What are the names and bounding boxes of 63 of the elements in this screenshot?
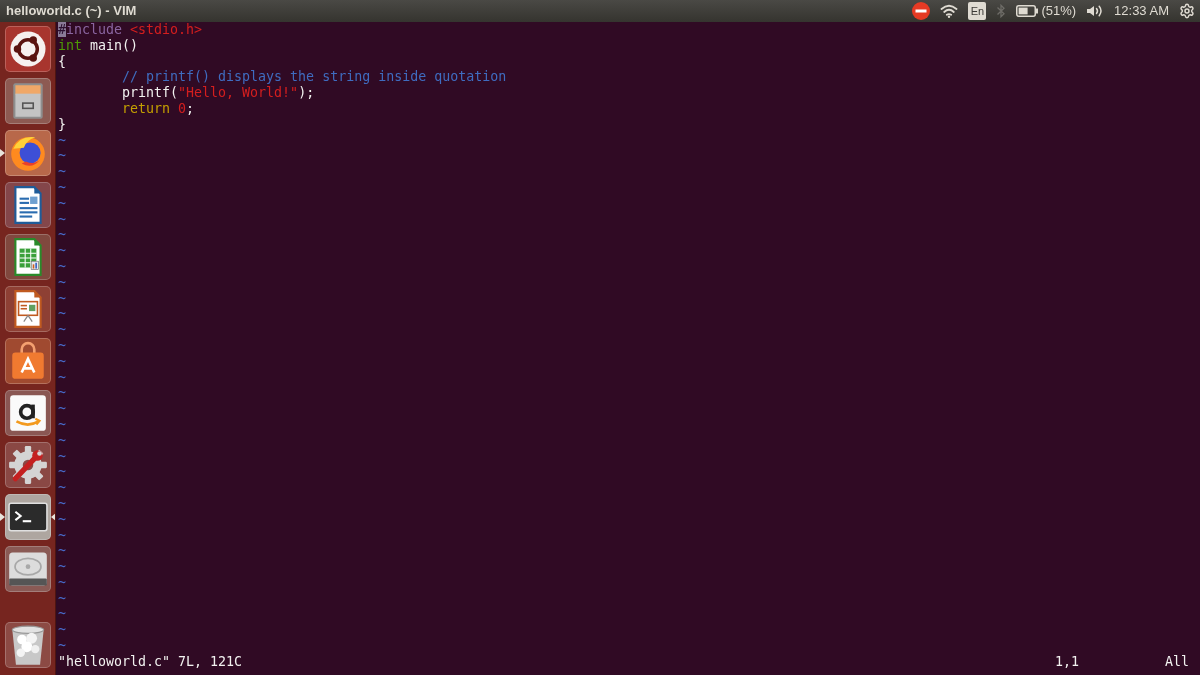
empty-line-tilde: ~ — [58, 559, 66, 575]
empty-line-tilde: ~ — [58, 164, 66, 180]
wifi-icon[interactable] — [940, 4, 959, 18]
code-line: return 0; — [122, 101, 195, 117]
empty-line-tilde: ~ — [58, 179, 66, 196]
empty-line-tilde: ~ — [58, 416, 66, 433]
launcher-item[interactable] — [5, 26, 51, 72]
empty-line-tilde: ~ — [58, 464, 66, 481]
empty-line-tilde: ~ — [58, 385, 66, 402]
empty-line-tilde: ~ — [58, 638, 66, 654]
clock-text[interactable]: 12:33 AM — [1114, 1, 1169, 21]
empty-line-tilde: ~ — [58, 401, 66, 417]
empty-line-tilde: ~ — [58, 369, 66, 386]
empty-line-tilde: ~ — [58, 148, 66, 165]
keyboard-layout-indicator[interactable]: En — [968, 2, 987, 20]
empty-line-tilde: ~ — [58, 227, 66, 244]
empty-line-tilde: ~ — [58, 322, 66, 338]
empty-line-tilde: ~ — [58, 527, 66, 544]
code-line: // printf() displays the string inside quotation — [122, 69, 507, 86]
empty-line-tilde: ~ — [58, 337, 66, 354]
empty-line-tilde: ~ — [58, 258, 66, 275]
empty-line-tilde: ~ — [58, 448, 66, 465]
code-line: int main() — [58, 37, 139, 54]
launcher-item[interactable] — [5, 622, 51, 668]
hard-drive-icon — [8, 551, 48, 587]
volume-icon[interactable] — [1086, 4, 1105, 18]
cursor-position: 1,1 — [1054, 653, 1080, 670]
battery-percentage: (51%) — [1041, 2, 1077, 21]
empty-line-tilde: ~ — [58, 622, 66, 639]
empty-line-tilde: ~ — [58, 495, 66, 512]
launcher-item[interactable] — [5, 390, 51, 436]
empty-line-tilde: ~ — [58, 543, 66, 560]
launcher-item[interactable] — [5, 286, 51, 332]
code-line: #include <stdio.h> — [58, 22, 203, 38]
no-entry-icon[interactable] — [912, 2, 931, 20]
empty-line-tilde: ~ — [58, 243, 66, 259]
gear-wrench-icon — [7, 444, 49, 486]
empty-line-tilde: ~ — [58, 511, 66, 528]
settings-icon[interactable] — [1179, 3, 1195, 19]
empty-line-tilde: ~ — [58, 306, 66, 323]
empty-line-tilde: ~ — [58, 590, 66, 607]
launcher-item[interactable] — [5, 234, 51, 280]
trash-icon — [11, 624, 45, 666]
empty-line-tilde: ~ — [58, 274, 66, 291]
empty-line-tilde: ~ — [58, 353, 66, 370]
battery-icon[interactable] — [1016, 5, 1039, 17]
empty-line-tilde: ~ — [58, 195, 66, 212]
status-message: "helloworld.c" 7L, 121C — [58, 653, 243, 670]
code-line: } — [58, 116, 66, 133]
empty-line-tilde: ~ — [58, 480, 66, 496]
launcher-item[interactable] — [5, 182, 51, 228]
code-line: { — [58, 53, 66, 70]
empty-line-tilde: ~ — [58, 432, 66, 449]
empty-line-tilde: ~ — [58, 574, 66, 591]
launcher-item[interactable] — [5, 494, 51, 540]
code-line: printf("Hello, World!"); — [122, 85, 315, 101]
terminal-icon — [8, 502, 48, 532]
window-title: helloworld.c (~) - VIM — [6, 2, 137, 21]
empty-line-tilde: ~ — [58, 211, 66, 228]
empty-line-tilde: ~ — [58, 290, 66, 307]
scroll-position: All — [1164, 653, 1189, 670]
empty-line-tilde: ~ — [58, 606, 66, 623]
empty-line-tilde: ~ — [58, 132, 66, 149]
